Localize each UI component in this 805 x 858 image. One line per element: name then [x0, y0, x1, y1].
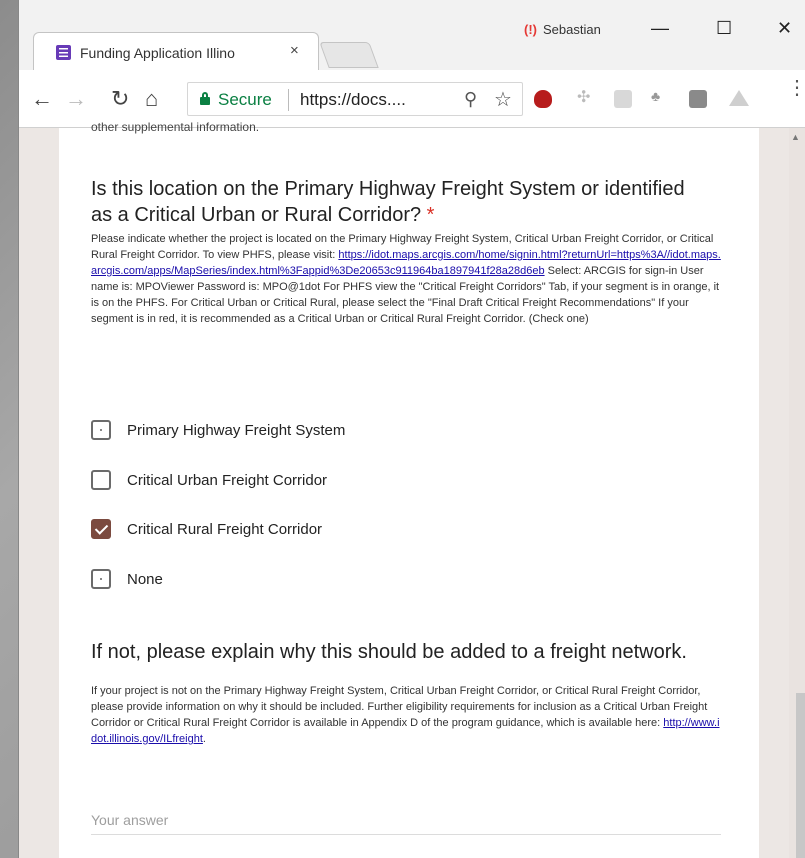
option-critical-rural[interactable]: Critical Rural Freight Corridor — [91, 517, 322, 541]
checkbox-unchecked[interactable] — [91, 420, 111, 440]
zoom-icon[interactable]: ⚲ — [464, 89, 477, 110]
tab-close-icon[interactable]: × — [290, 42, 299, 59]
question-1-title: Is this location on the Primary Highway … — [91, 176, 691, 228]
required-asterisk: * — [426, 204, 435, 226]
answer-input[interactable] — [91, 805, 721, 835]
option-none[interactable]: None — [91, 567, 163, 591]
url-text[interactable]: https://docs.... — [300, 90, 406, 110]
close-window-button[interactable]: ✕ — [777, 18, 792, 39]
pocket-icon[interactable] — [689, 90, 707, 108]
address-bar[interactable]: Secure https://docs.... ⚲ ☆ — [187, 82, 523, 116]
minimize-button[interactable]: — — [651, 18, 669, 39]
checkbox-checked[interactable] — [91, 519, 111, 539]
scroll-up-icon[interactable]: ▲ — [791, 132, 800, 142]
option-critical-urban[interactable]: Critical Urban Freight Corridor — [91, 468, 327, 492]
home-icon[interactable]: ⌂ — [145, 86, 158, 112]
maximize-button[interactable]: ☐ — [716, 18, 732, 39]
star-icon[interactable]: ☆ — [494, 87, 512, 112]
profile-name: Sebastian — [543, 22, 601, 37]
question-2-link-suffix: . — [202, 733, 206, 745]
scrollbar-thumb[interactable] — [796, 693, 805, 858]
drive-icon[interactable] — [729, 90, 749, 106]
page-content: other supplemental information. Is this … — [19, 120, 805, 858]
dropbox-icon[interactable]: ✣ — [577, 87, 595, 106]
checkbox-unchecked[interactable] — [91, 470, 111, 490]
forms-favicon-icon — [56, 45, 71, 60]
browser-window: Funding Application Illino × (!) Sebastia… — [18, 0, 805, 858]
lock-icon — [200, 92, 210, 105]
browser-tab[interactable]: Funding Application Illino × — [33, 32, 319, 70]
option-primary-highway[interactable]: Primary Highway Freight System — [91, 418, 345, 442]
question-1-description: Please indicate whether the project is l… — [91, 231, 721, 327]
reload-icon[interactable]: ↻ — [111, 86, 129, 112]
question-1-title-text: Is this location on the Primary Highway … — [91, 178, 685, 226]
checkbox-unchecked[interactable] — [91, 569, 111, 589]
extension-icon[interactable]: ♣ — [651, 88, 669, 106]
tab-title: Funding Application Illino — [80, 45, 235, 61]
option-label: Critical Urban Freight Corridor — [127, 471, 328, 489]
question-2-description: If your project is not on the Primary Hi… — [91, 683, 721, 747]
question-2-title: If not, please explain why this should b… — [91, 641, 687, 663]
cut-off-text: other supplemental information. — [91, 120, 260, 134]
option-label: Critical Rural Freight Corridor — [127, 520, 323, 538]
option-label: None — [127, 570, 163, 588]
option-label: Primary Highway Freight System — [127, 421, 346, 439]
address-separator — [288, 89, 289, 111]
profile-button[interactable]: (!) Sebastian — [524, 22, 601, 37]
grammarly-icon[interactable] — [614, 90, 632, 108]
secure-label: Secure — [218, 90, 272, 109]
new-tab-button[interactable] — [319, 42, 379, 68]
forward-icon[interactable]: → — [65, 86, 87, 112]
back-icon[interactable]: ← — [31, 86, 53, 112]
profile-icon: (!) — [524, 22, 537, 37]
question-2-desc-text: If your project is not on the Primary Hi… — [91, 685, 708, 729]
ublock-icon[interactable] — [534, 90, 552, 108]
menu-icon[interactable]: ⋮ — [787, 78, 805, 98]
